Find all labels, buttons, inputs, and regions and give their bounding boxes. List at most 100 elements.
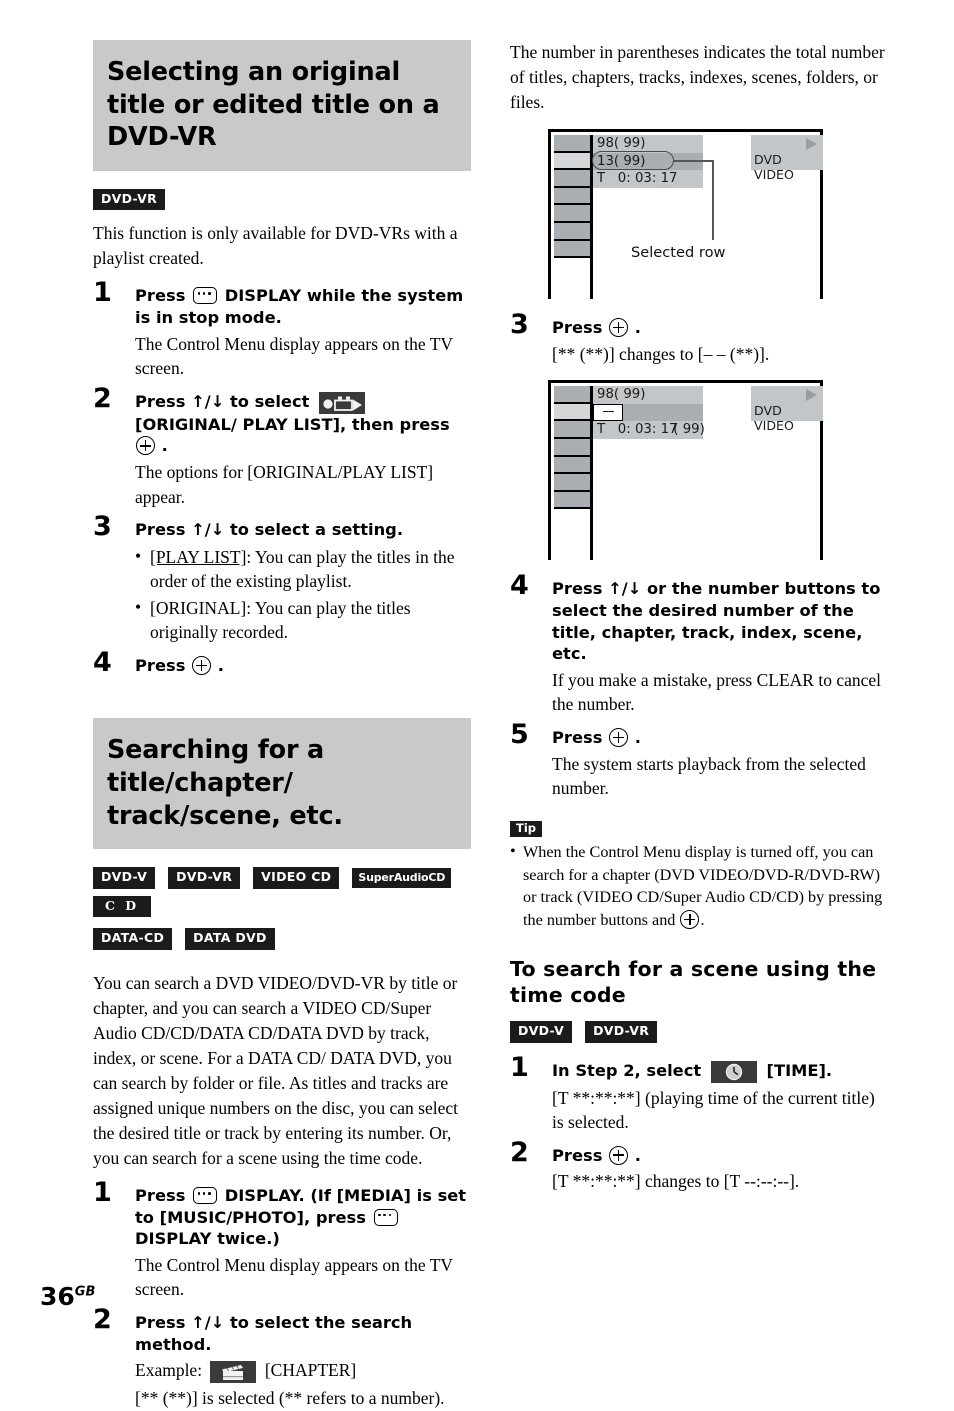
step-number: 3 — [93, 511, 112, 543]
step-title-mid: DISPLAY. (If [MEDIA] is set to [MUSIC/PH… — [135, 1185, 467, 1227]
option-term-original: [ORIGINAL] — [150, 597, 247, 618]
step-number: 4 — [510, 570, 529, 602]
step-title-pre: Press — [135, 1185, 186, 1205]
list-item: When the Control Menu display is turned … — [510, 840, 888, 932]
step-title-pre: Press — [552, 727, 603, 747]
disc-type-box: DVD VIDEO — [751, 386, 823, 433]
search-step-4-select-number: 4 Press ↑/↓ or the number buttons to sel… — [510, 572, 888, 717]
time-step-2-press-enter: 2 Press . [T **:**:**] changes to [T --:… — [510, 1139, 888, 1194]
step-title-post: . — [634, 1145, 641, 1165]
right-column: The number in parentheses indicates the … — [510, 40, 888, 1194]
info-line-time: T 0: 03: 17 — [593, 170, 703, 188]
step-title-post: DISPLAY while the system is in stop mode… — [135, 286, 464, 328]
step-title-post: . — [634, 318, 641, 338]
play-icon — [806, 138, 817, 151]
step-title: Press ↑/↓ to select [ORIGINAL/ PLAY LIST… — [135, 391, 471, 457]
display-button-icon — [193, 1186, 218, 1204]
icon-cell — [554, 421, 592, 439]
step-number: 1 — [510, 1051, 529, 1083]
tip-list: When the Control Menu display is turned … — [510, 840, 888, 932]
right-intro-paragraph: The number in parentheses indicates the … — [510, 42, 885, 113]
step-2-select-original-playlist: 2 Press ↑/↓ to select [ORIGINAL/ PLAY LI… — [93, 385, 471, 509]
disc-badge-super-audio-cd: SuperAudioCD — [352, 868, 452, 889]
disc-badge-row-1: DVD-VR — [93, 188, 471, 218]
step-body: [T **:**:**] (playing time of the curren… — [552, 1087, 875, 1133]
disc-badge-cd: C D — [93, 895, 152, 918]
manual-page: Selecting an original title or edited ti… — [0, 0, 954, 1408]
step-body: The Control Menu display appears on the … — [135, 333, 453, 379]
icon-cell-selected — [554, 403, 592, 422]
disc-badge-dvd-vr: DVD-VR — [168, 867, 241, 889]
icon-cell — [554, 491, 592, 510]
enter-button-icon — [609, 318, 629, 338]
step-body: [** (**)] is selected (** refers to a nu… — [135, 1388, 445, 1409]
disc-badge-dvd-v: DVD-V — [93, 867, 156, 889]
step-title-mid: [ORIGINAL/ PLAY LIST], then press — [135, 414, 450, 434]
icon-cell — [554, 223, 592, 241]
icon-cell — [554, 187, 592, 206]
enter-button-icon — [609, 727, 629, 747]
step-title-post: . — [161, 436, 168, 456]
control-menu-icon-column — [554, 386, 592, 510]
step-title: Press DISPLAY. (If [MEDIA] is set to [MU… — [135, 1185, 471, 1250]
section-heading-searching: Searching for a title/chapter/ track/sce… — [93, 718, 471, 850]
callout-leader-horizontal — [673, 160, 713, 162]
enter-button-icon — [609, 1145, 629, 1165]
step-number: 2 — [510, 1136, 529, 1168]
step-title: Press ↑/↓ to select a setting. — [135, 520, 404, 540]
left-column: Selecting an original title or edited ti… — [93, 40, 471, 1411]
icon-cell — [554, 240, 592, 259]
icon-cell — [554, 456, 592, 475]
disc-badge-dvd-v: DVD-V — [510, 1021, 573, 1043]
disc-type-label: DVD VIDEO — [754, 403, 794, 434]
step-title-pre: Press — [135, 286, 186, 306]
step-title: Press DISPLAY while the system is in sto… — [135, 285, 471, 328]
icon-cell-selected — [554, 152, 592, 171]
search-step-2-select-method: 2 Press ↑/↓ to select the search method.… — [93, 1306, 471, 1411]
search-step-1-display: 1 Press DISPLAY. (If [MEDIA] is set to [… — [93, 1179, 471, 1302]
step-title: Press . — [552, 727, 888, 749]
enter-button-icon — [680, 910, 700, 930]
tv-screen-diagram-1: 98( 99) 13( 99) T 0: 03: 17 DVD VIDEO Se… — [548, 129, 823, 300]
step-title: Press . — [135, 655, 471, 677]
disc-badge-row-2b: DATA-CD DATA DVD — [93, 928, 471, 957]
info-line-title: 98( 99) — [593, 386, 703, 404]
enter-button-icon — [192, 655, 212, 675]
original-playlist-icon — [319, 391, 366, 414]
disc-badge-data-cd: DATA-CD — [93, 928, 173, 950]
time-step-1-select-time: 1 In Step 2, select [TIME]. [T **:**:**]… — [510, 1054, 888, 1135]
step-title: Press . — [552, 1145, 888, 1167]
folio-number: 36 — [40, 1282, 75, 1311]
step-4-press-enter: 4 Press . — [93, 649, 471, 677]
disc-badge-video-cd: VIDEO CD — [253, 867, 340, 889]
step-body: If you make a mistake, press CLEAR to ca… — [552, 669, 881, 715]
display-button-icon — [193, 287, 218, 305]
step-number: 1 — [93, 1176, 112, 1208]
folio-suffix: GB — [74, 1284, 96, 1300]
disc-type-label: DVD VIDEO — [754, 152, 794, 183]
disc-badge-row-2a: DVD-V DVD-VR VIDEO CD SuperAudioCD C D — [93, 867, 471, 924]
search-step-5-press-enter: 5 Press . The system starts playback fro… — [510, 721, 888, 801]
step-number: 4 — [93, 646, 112, 678]
step-body: [T **:**:**] changes to [T --:--:--]. — [552, 1171, 800, 1192]
list-item: [ORIGINAL]: You can play the titles orig… — [135, 595, 471, 645]
icon-cell — [554, 135, 592, 153]
step-number: 1 — [93, 277, 112, 309]
disc-badge-row-3: DVD-V DVD-VR — [510, 1021, 888, 1050]
control-menu-icon-column — [554, 135, 592, 259]
example-line: Example: [CHAPTER] — [135, 1358, 471, 1384]
step-body: The Control Menu display appears on the … — [135, 1254, 453, 1300]
step-title: Press . — [552, 317, 888, 339]
step-title-post: . — [634, 727, 641, 747]
step-number: 5 — [510, 718, 529, 750]
icon-cell — [554, 439, 592, 457]
tip-badge: Tip — [510, 820, 543, 838]
tv-screen-diagram-2: 98( 99) ( 99) T 0: 03: 17 –– DVD VIDEO — [548, 380, 823, 561]
callout-leader-vertical — [712, 160, 714, 241]
chapter-icon — [210, 1361, 257, 1384]
step-title-pre: Press — [552, 1145, 603, 1165]
step-title-pre: In Step 2, select — [552, 1060, 702, 1080]
info-line-title: 98( 99) — [593, 135, 703, 153]
step-body: The system starts playback from the sele… — [552, 753, 866, 799]
icon-cell — [554, 386, 592, 404]
